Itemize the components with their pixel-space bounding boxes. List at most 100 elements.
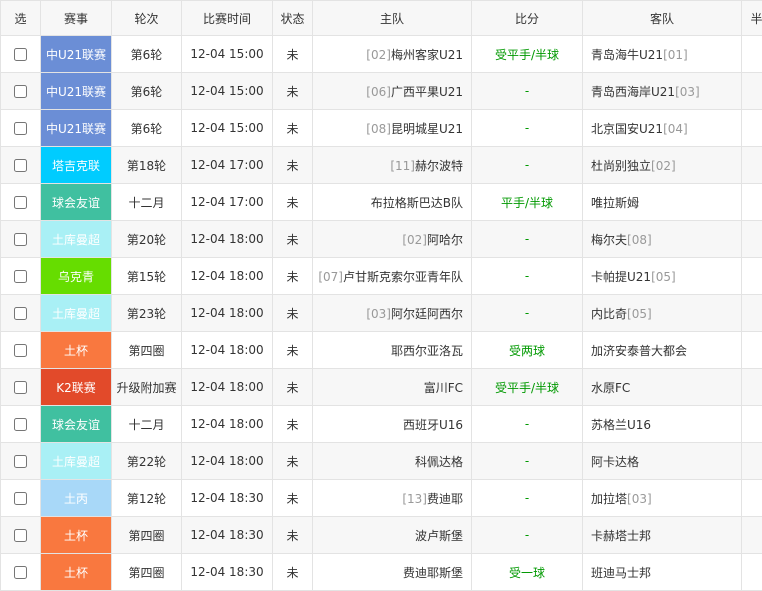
home-team-cell[interactable]: [11]赫尔波特 (313, 147, 472, 184)
home-team-name: 费迪耶斯堡 (403, 566, 463, 580)
league-badge[interactable]: 中U21联赛 (41, 73, 112, 110)
select-checkbox[interactable] (14, 529, 27, 542)
away-team-cell[interactable]: 加拉塔[03] (583, 480, 742, 517)
select-checkbox[interactable] (14, 270, 27, 283)
time-cell: 12-04 18:00 (182, 221, 273, 258)
home-team-cell[interactable]: [08]昆明城星U21 (313, 110, 472, 147)
league-badge[interactable]: K2联赛 (41, 369, 112, 406)
extra-cell (742, 295, 762, 332)
away-team-cell[interactable]: 杜尚别独立[02] (583, 147, 742, 184)
select-checkbox[interactable] (14, 196, 27, 209)
match-row[interactable]: 球会友谊十二月12-04 18:00未西班牙U16-苏格兰U16 (1, 406, 762, 443)
score-cell[interactable]: 受平手/半球 (472, 36, 583, 73)
score-cell[interactable]: 受平手/半球 (472, 369, 583, 406)
select-checkbox[interactable] (14, 566, 27, 579)
score-cell[interactable]: - (472, 110, 583, 147)
match-row[interactable]: 土杯第四圈12-04 18:00未耶西尔亚洛瓦受两球加济安泰普大都会 (1, 332, 762, 369)
status-cell: 未 (273, 443, 313, 480)
home-team-cell[interactable]: [03]阿尔廷阿西尔 (313, 295, 472, 332)
score-cell[interactable]: 平手/半球 (472, 184, 583, 221)
away-team-cell[interactable]: 北京国安U21[04] (583, 110, 742, 147)
select-checkbox[interactable] (14, 307, 27, 320)
home-team-cell[interactable]: [06]广西平果U21 (313, 73, 472, 110)
status-cell: 未 (273, 147, 313, 184)
home-team-cell[interactable]: [02]梅州客家U21 (313, 36, 472, 73)
score-cell[interactable]: - (472, 147, 583, 184)
home-team-cell[interactable]: 波卢斯堡 (313, 517, 472, 554)
select-checkbox[interactable] (14, 48, 27, 61)
league-badge[interactable]: 球会友谊 (41, 184, 112, 221)
home-team-cell[interactable]: 西班牙U16 (313, 406, 472, 443)
match-row[interactable]: 塔吉克联第18轮12-04 17:00未[11]赫尔波特-杜尚别独立[02] (1, 147, 762, 184)
match-row[interactable]: 球会友谊十二月12-04 17:00未布拉格斯巴达B队平手/半球唯拉斯姆 (1, 184, 762, 221)
score-cell[interactable]: - (472, 406, 583, 443)
away-team-cell[interactable]: 青岛海牛U21[01] (583, 36, 742, 73)
score-cell[interactable]: 受一球 (472, 554, 583, 591)
status-cell: 未 (273, 406, 313, 443)
league-badge[interactable]: 球会友谊 (41, 406, 112, 443)
select-checkbox[interactable] (14, 85, 27, 98)
round-cell: 第6轮 (112, 36, 182, 73)
match-row[interactable]: 土库曼超第23轮12-04 18:00未[03]阿尔廷阿西尔-内比奇[05] (1, 295, 762, 332)
away-team-cell[interactable]: 唯拉斯姆 (583, 184, 742, 221)
away-team-cell[interactable]: 加济安泰普大都会 (583, 332, 742, 369)
league-badge[interactable]: 乌克青 (41, 258, 112, 295)
match-row[interactable]: 土库曼超第22轮12-04 18:00未科佩达格-阿卡达格 (1, 443, 762, 480)
match-row[interactable]: 中U21联赛第6轮12-04 15:00未[02]梅州客家U21受平手/半球青岛… (1, 36, 762, 73)
select-checkbox[interactable] (14, 381, 27, 394)
score-cell[interactable]: 受两球 (472, 332, 583, 369)
score-cell[interactable]: - (472, 221, 583, 258)
match-row[interactable]: 中U21联赛第6轮12-04 15:00未[08]昆明城星U21-北京国安U21… (1, 110, 762, 147)
away-team-cell[interactable]: 苏格兰U16 (583, 406, 742, 443)
league-badge[interactable]: 土库曼超 (41, 443, 112, 480)
league-badge[interactable]: 土库曼超 (41, 295, 112, 332)
match-row[interactable]: 乌克青第15轮12-04 18:00未[07]卢甘斯克索尔亚青年队-卡帕提U21… (1, 258, 762, 295)
league-badge[interactable]: 土杯 (41, 517, 112, 554)
match-row[interactable]: 土库曼超第20轮12-04 18:00未[02]阿哈尔-梅尔夫[08] (1, 221, 762, 258)
league-badge[interactable]: 塔吉克联 (41, 147, 112, 184)
header-league: 赛事 (41, 1, 112, 36)
away-team-cell[interactable]: 水原FC (583, 369, 742, 406)
home-team-cell[interactable]: 费迪耶斯堡 (313, 554, 472, 591)
away-team-cell[interactable]: 班迪马士邦 (583, 554, 742, 591)
league-badge[interactable]: 中U21联赛 (41, 110, 112, 147)
home-team-cell[interactable]: [13]费迪耶 (313, 480, 472, 517)
home-team-cell[interactable]: 富川FC (313, 369, 472, 406)
select-checkbox[interactable] (14, 492, 27, 505)
league-badge[interactable]: 土丙 (41, 480, 112, 517)
home-team-cell[interactable]: [07]卢甘斯克索尔亚青年队 (313, 258, 472, 295)
score-cell[interactable]: - (472, 517, 583, 554)
away-team-cell[interactable]: 卡帕提U21[05] (583, 258, 742, 295)
league-badge[interactable]: 土杯 (41, 332, 112, 369)
score-cell[interactable]: - (472, 295, 583, 332)
score-cell[interactable]: - (472, 443, 583, 480)
header-extra: 半 (742, 1, 762, 36)
home-team-cell[interactable]: [02]阿哈尔 (313, 221, 472, 258)
match-row[interactable]: 中U21联赛第6轮12-04 15:00未[06]广西平果U21-青岛西海岸U2… (1, 73, 762, 110)
select-checkbox[interactable] (14, 122, 27, 135)
match-row[interactable]: 土杯第四圈12-04 18:30未波卢斯堡-卡赫塔士邦 (1, 517, 762, 554)
league-badge[interactable]: 中U21联赛 (41, 36, 112, 73)
league-badge[interactable]: 土库曼超 (41, 221, 112, 258)
score-cell[interactable]: - (472, 258, 583, 295)
away-team-cell[interactable]: 内比奇[05] (583, 295, 742, 332)
league-badge[interactable]: 土杯 (41, 554, 112, 591)
select-checkbox[interactable] (14, 344, 27, 357)
match-row[interactable]: 土丙第12轮12-04 18:30未[13]费迪耶-加拉塔[03] (1, 480, 762, 517)
home-team-cell[interactable]: 耶西尔亚洛瓦 (313, 332, 472, 369)
score-cell[interactable]: - (472, 73, 583, 110)
away-team-cell[interactable]: 阿卡达格 (583, 443, 742, 480)
away-team-cell[interactable]: 梅尔夫[08] (583, 221, 742, 258)
match-row[interactable]: 土杯第四圈12-04 18:30未费迪耶斯堡受一球班迪马士邦 (1, 554, 762, 591)
home-team-cell[interactable]: 布拉格斯巴达B队 (313, 184, 472, 221)
select-checkbox[interactable] (14, 159, 27, 172)
home-team-cell[interactable]: 科佩达格 (313, 443, 472, 480)
away-team-cell[interactable]: 青岛西海岸U21[03] (583, 73, 742, 110)
select-checkbox[interactable] (14, 455, 27, 468)
score-cell[interactable]: - (472, 480, 583, 517)
select-checkbox[interactable] (14, 418, 27, 431)
round-cell: 第12轮 (112, 480, 182, 517)
match-row[interactable]: K2联赛升级附加赛12-04 18:00未富川FC受平手/半球水原FC (1, 369, 762, 406)
select-checkbox[interactable] (14, 233, 27, 246)
away-team-cell[interactable]: 卡赫塔士邦 (583, 517, 742, 554)
